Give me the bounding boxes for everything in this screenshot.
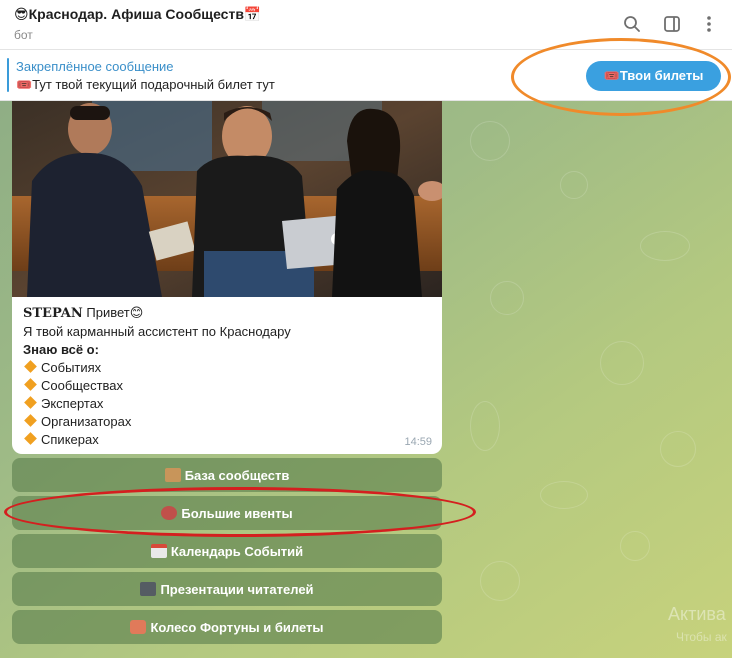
- background-doodle: [480, 561, 520, 601]
- background-doodle: [540, 481, 588, 509]
- activation-watermark-sub: Чтобы ак: [676, 630, 727, 644]
- message-text: STEPAN Привет😊 Я твой карманный ассистен…: [23, 304, 433, 449]
- diamond-icon: [24, 396, 37, 409]
- background-doodle: [640, 231, 690, 261]
- intro-line: Я твой карманный ассистент по Краснодару: [23, 324, 291, 339]
- diamond-icon: [24, 432, 37, 445]
- diamond-icon: [24, 414, 37, 427]
- stadium-icon: [161, 506, 178, 520]
- chat-header: 😎Краснодар. Афиша Сообществ📅 бот: [0, 0, 732, 50]
- calendar-icon: [150, 544, 167, 558]
- fortune-wheel-button[interactable]: Колесо Фортуны и билеты: [12, 610, 442, 644]
- diamond-icon: [24, 378, 37, 391]
- sidebar-toggle-icon[interactable]: [660, 12, 684, 36]
- events-calendar-button[interactable]: Календарь Событий: [12, 534, 442, 568]
- database-icon: [164, 468, 181, 482]
- your-tickets-button[interactable]: 🎟️Твои билеты: [586, 61, 721, 91]
- background-doodle: [470, 121, 510, 161]
- pinned-text: 🎟️Тут твой текущий подарочный билет тут: [16, 77, 275, 92]
- pinned-message-bar[interactable]: Закреплённое сообщение 🎟️Тут твой текущи…: [0, 51, 732, 101]
- diamond-icon: [24, 360, 37, 373]
- message-photo: [12, 101, 442, 297]
- know-heading: Знаю всё о:: [23, 342, 99, 357]
- chat-title[interactable]: 😎Краснодар. Афиша Сообществ📅: [14, 6, 261, 23]
- chat-subtitle: бот: [14, 28, 33, 42]
- confetti-icon: [130, 620, 147, 634]
- background-doodle: [490, 281, 524, 315]
- background-doodle: [620, 531, 650, 561]
- message-time: 14:59: [404, 436, 432, 448]
- feature-item: Экспертах: [23, 395, 433, 413]
- activation-watermark: Актива: [668, 604, 726, 624]
- background-doodle: [660, 431, 696, 467]
- community-database-button[interactable]: База сообществ: [12, 458, 442, 492]
- reader-presentations-button[interactable]: Презентации читателей: [12, 572, 442, 606]
- greeting-line: STEPAN Привет😊: [23, 304, 433, 323]
- feature-item: Сообществах: [23, 377, 433, 395]
- big-events-button[interactable]: Большие ивенты: [12, 496, 442, 530]
- camera-icon: [140, 582, 157, 596]
- greeting: Привет😊: [82, 305, 144, 320]
- bot-message: STEPAN Привет😊 Я твой карманный ассистен…: [12, 101, 442, 454]
- background-doodle: [600, 341, 644, 385]
- more-vertical-icon[interactable]: [697, 12, 721, 36]
- sender-name: STEPAN: [23, 306, 83, 321]
- pinned-indicator: [7, 58, 9, 92]
- search-icon[interactable]: [620, 12, 644, 36]
- pinned-title: Закреплённое сообщение: [16, 59, 174, 74]
- background-doodle: [470, 401, 500, 451]
- feature-item: Спикерах: [23, 431, 433, 449]
- feature-item: Организаторах: [23, 413, 433, 431]
- feature-item: Событиях: [23, 359, 433, 377]
- background-doodle: [560, 171, 588, 199]
